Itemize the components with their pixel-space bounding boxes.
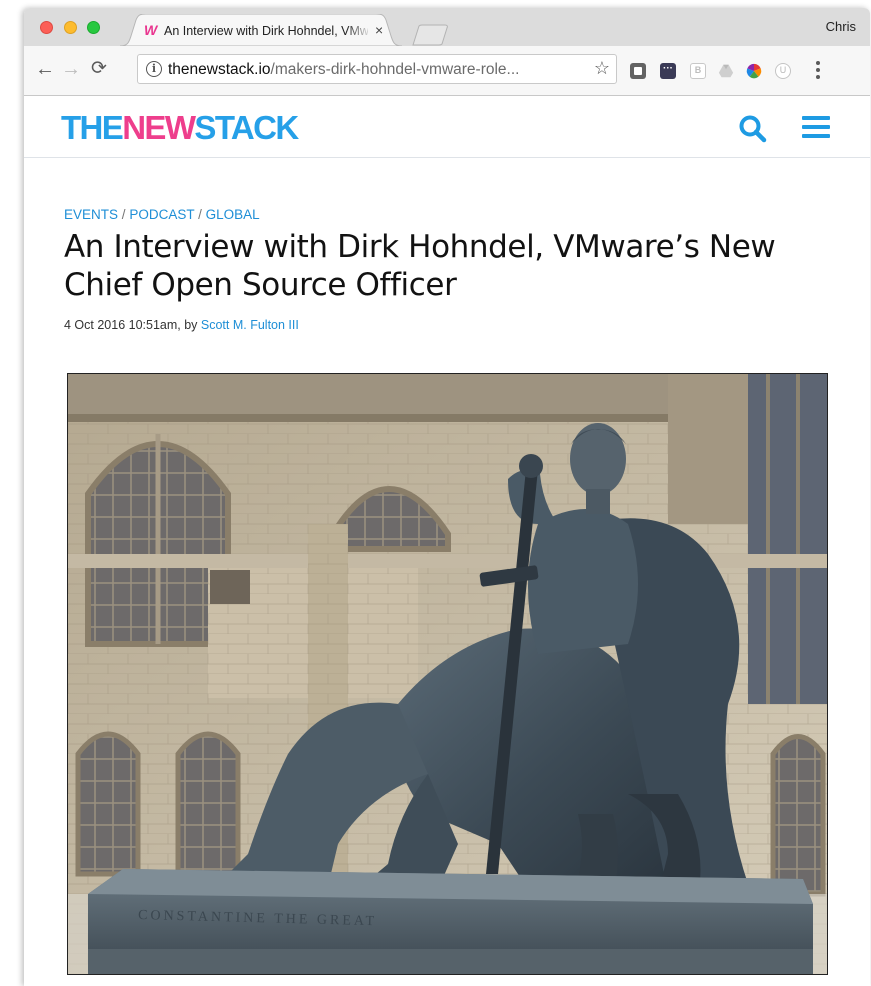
url-text[interactable]: thenewstack.io/makers-dirk-hohndel-vmwar… xyxy=(168,61,519,78)
reload-icon[interactable]: ⟳ xyxy=(88,58,110,80)
site-logo[interactable]: THENEWSTACK xyxy=(61,109,299,147)
extension-square-icon[interactable] xyxy=(630,63,646,79)
google-drive-icon[interactable] xyxy=(718,63,734,79)
extension-circle-icon[interactable]: U xyxy=(775,63,791,79)
search-icon[interactable] xyxy=(738,114,768,144)
browser-window: W An Interview with Dirk Hohndel, VMware… xyxy=(24,8,870,986)
browser-menu-icon[interactable] xyxy=(807,58,829,84)
tab-strip: W An Interview with Dirk Hohndel, VMware… xyxy=(24,8,870,46)
extension-b-icon[interactable]: B xyxy=(690,63,706,79)
tab-title: An Interview with Dirk Hohndel, VMware’s… xyxy=(164,24,368,38)
address-bar[interactable]: i thenewstack.io/makers-dirk-hohndel-vmw… xyxy=(137,54,617,84)
article-headline: An Interview with Dirk Hohndel, VMware’s… xyxy=(64,229,776,303)
publish-date: 4 Oct 2016 10:51am, by xyxy=(64,318,201,332)
statue-photo: CONSTANTINE THE GREAT xyxy=(68,374,827,974)
forward-arrow-icon[interactable]: → xyxy=(60,58,82,80)
browser-toolbar: ← → ⟳ i thenewstack.io/makers-dirk-hohnd… xyxy=(24,46,870,96)
breadcrumb: EVENTS / PODCAST / GLOBAL xyxy=(64,207,260,222)
tab-close-icon[interactable]: × xyxy=(375,22,383,38)
byline: 4 Oct 2016 10:51am, by Scott M. Fulton I… xyxy=(64,318,299,332)
hero-image: CONSTANTINE THE GREAT xyxy=(67,373,828,975)
back-arrow-icon[interactable]: ← xyxy=(34,58,56,80)
article: EVENTS / PODCAST / GLOBAL An Interview w… xyxy=(24,158,870,986)
hamburger-menu-icon[interactable] xyxy=(802,116,830,140)
newstack-favicon-icon: W xyxy=(144,22,157,38)
extension-dots-icon[interactable]: ··· xyxy=(660,63,676,79)
author-link[interactable]: Scott M. Fulton III xyxy=(201,318,299,332)
minimize-window-button[interactable] xyxy=(64,21,77,34)
color-wheel-icon[interactable] xyxy=(746,63,762,79)
category-link-podcast[interactable]: PODCAST xyxy=(129,207,194,222)
site-header: THENEWSTACK xyxy=(24,97,870,158)
close-window-button[interactable] xyxy=(40,21,53,34)
category-link-events[interactable]: EVENTS xyxy=(64,207,118,222)
profile-name[interactable]: Chris xyxy=(826,20,856,34)
site-info-icon[interactable]: i xyxy=(146,61,162,77)
zoom-window-button[interactable] xyxy=(87,21,100,34)
tab-active[interactable]: W An Interview with Dirk Hohndel, VMware… xyxy=(120,14,402,46)
bookmark-star-icon[interactable]: ☆ xyxy=(594,58,610,78)
category-link-global[interactable]: GLOBAL xyxy=(206,207,260,222)
new-tab-button[interactable] xyxy=(412,24,452,46)
